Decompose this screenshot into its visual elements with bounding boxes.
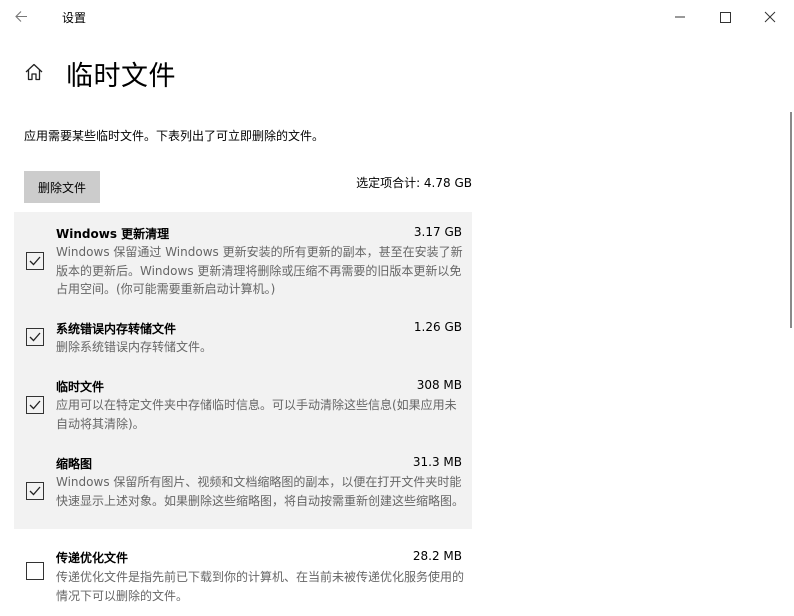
selected-total: 选定项合计: 4.78 GB (356, 176, 472, 190)
item-name: Windows 更新清理 (56, 227, 170, 241)
vertical-scrollbar[interactable] (790, 112, 792, 328)
list-item-temporary-files[interactable]: 临时文件 308 MB 应用可以在特定文件夹中存储临时信息。可以手动清除这些信息… (14, 358, 472, 435)
item-name: 系统错误内存转储文件 (56, 322, 177, 336)
item-size: 1.26 GB (413, 320, 462, 334)
minimize-button[interactable] (660, 4, 700, 30)
item-size: 308 MB (416, 378, 462, 392)
delete-files-button[interactable]: 删除文件 (24, 171, 100, 203)
item-checkbox[interactable] (26, 328, 44, 346)
item-checkbox[interactable] (26, 482, 44, 500)
back-arrow-icon (15, 11, 27, 22)
item-description: 传递优化文件是指先前已下载到你的计算机、在当前未被传递优化服务使用的情况下可以删… (56, 570, 465, 603)
temp-files-list: Windows 更新清理 3.17 GB Windows 保留通过 Window… (14, 212, 472, 613)
list-item-thumbnails[interactable]: 缩略图 31.3 MB Windows 保留所有图片、视频和文档缩略图的副本，以… (14, 435, 472, 529)
maximize-button[interactable] (705, 4, 745, 30)
checkmark-icon (29, 400, 41, 410)
item-name: 缩略图 (56, 457, 93, 471)
title-bar: 设置 (0, 0, 794, 34)
page-title: 临时文件 (66, 61, 176, 92)
item-description: Windows 保留所有图片、视频和文档缩略图的副本，以便在打开文件夹时能快速显… (56, 475, 465, 508)
item-description: 应用可以在特定文件夹中存储临时信息。可以手动清除这些信息(如果应用未自动将其清除… (56, 398, 457, 431)
checkmark-icon (29, 486, 41, 496)
item-name: 临时文件 (56, 380, 105, 394)
item-size: 31.3 MB (412, 455, 462, 469)
home-button[interactable] (24, 62, 44, 82)
item-size: 28.2 MB (412, 549, 462, 563)
item-name: 传递优化文件 (56, 551, 129, 565)
checkmark-icon (29, 332, 41, 342)
window-title: 设置 (62, 11, 87, 25)
home-icon (25, 63, 43, 81)
page-description: 应用需要某些临时文件。下表列出了可立即删除的文件。 (24, 129, 325, 143)
item-description: Windows 保留通过 Windows 更新安装的所有更新的副本，甚至在安装了… (56, 245, 463, 296)
list-item-system-error-dump[interactable]: 系统错误内存转储文件 1.26 GB 删除系统错误内存转储文件。 (14, 300, 472, 358)
item-checkbox[interactable] (26, 562, 44, 580)
item-description: 删除系统错误内存转储文件。 (56, 340, 213, 354)
minimize-icon (675, 16, 685, 18)
back-button[interactable] (10, 6, 38, 28)
close-button[interactable] (750, 4, 790, 30)
close-icon (764, 11, 776, 23)
checkmark-icon (29, 256, 41, 266)
list-item-delivery-optimization[interactable]: 传递优化文件 28.2 MB 传递优化文件是指先前已下载到你的计算机、在当前未被… (14, 529, 472, 613)
item-checkbox[interactable] (26, 252, 44, 270)
item-size: 3.17 GB (413, 225, 462, 239)
item-checkbox[interactable] (26, 396, 44, 414)
maximize-icon (720, 12, 731, 23)
list-item-windows-update-cleanup[interactable]: Windows 更新清理 3.17 GB Windows 保留通过 Window… (14, 212, 472, 300)
